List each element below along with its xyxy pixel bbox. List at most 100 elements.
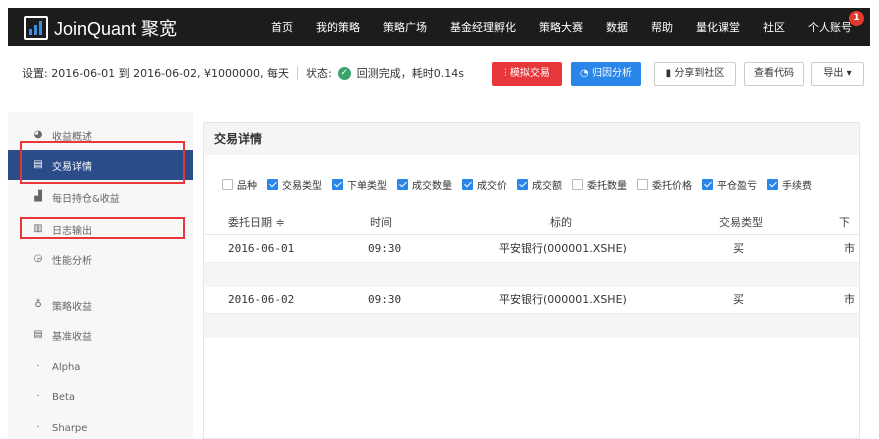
share-community-label: 分享到社区 [674,68,725,79]
nav-account[interactable]: 个人账号 1 [808,11,864,35]
nav-strategy-square[interactable]: 策略广场 [383,19,427,35]
sidebar-item-label: Alpha [52,361,81,373]
divider [297,66,299,80]
row-detail-strip [204,263,859,287]
chart-pie-icon: ◕ [33,129,43,140]
highlight-box-log-output [20,217,185,239]
checkbox-checked[interactable] [702,179,713,190]
column-filter-checkboxes: 品种 交易类型 下单类型 成交数量 成交价 成交额 委托数量 委托价格 平仓盈亏… [222,177,822,192]
brand-logo[interactable]: JoinQuant 聚宽 [24,15,177,41]
checkbox-unchecked[interactable] [637,179,648,190]
cell-truncated: 市 [844,242,855,255]
sidebar-item-label: Beta [52,391,76,403]
column-header-symbol: 标的 [550,216,572,229]
cell-symbol: 平安银行(000001.XSHE) [499,293,627,306]
bullet-icon: · [36,391,40,402]
simulate-trade-button[interactable]: ⫶ 模拟交易 [492,62,562,86]
main-nav: 首页 我的策略 策略广场 基金经理孵化 策略大赛 数据 帮助 量化课堂 社区 个… [248,8,864,46]
sidebar-item-strategy-return[interactable]: ♁ 策略收益 [8,290,193,320]
filter-label: 手续费 [782,181,812,192]
filter-order-qty[interactable]: 委托数量 [572,177,627,192]
filter-label: 下单类型 [347,181,387,192]
sidebar-item-sharpe[interactable]: · Sharpe [8,413,193,439]
backtest-settings-bar: 设置: 2016-06-01 到 2016-06-02, ¥1000000, 每… [8,56,870,90]
top-nav-bar: JoinQuant 聚宽 首页 我的策略 策略广场 基金经理孵化 策略大赛 数据… [8,8,870,46]
success-check-icon: ✓ [337,66,351,80]
cell-time: 09:30 [368,242,402,255]
checkbox-unchecked[interactable] [572,179,583,190]
share-community-button[interactable]: ▮ 分享到社区 [654,62,736,86]
highlight-box-trade-details [20,141,185,184]
bullet-icon: · [36,422,40,433]
sidebar-item-label: 策略收益 [52,301,92,313]
nav-my-strategies[interactable]: 我的策略 [316,19,360,35]
filter-close-pnl[interactable]: 平仓盈亏 [702,177,757,192]
cell-trade-type: 买 [733,242,744,255]
checkbox-checked[interactable] [332,179,343,190]
settings-summary: 设置: 2016-06-01 到 2016-06-02, ¥1000000, 每… [22,67,290,80]
sidebar-item-performance[interactable]: ◶ 性能分析 [8,244,193,274]
export-dropdown[interactable]: 导出 ▾ [811,62,864,86]
filter-commission[interactable]: 手续费 [767,177,812,192]
cell-date: 2016-06-02 [228,293,295,306]
nav-contest[interactable]: 策略大赛 [539,19,583,35]
sidebar-item-alpha[interactable]: · Alpha [8,352,193,382]
sidebar-item-daily-positions[interactable]: ▟ 每日持仓&收益 [8,182,193,212]
view-code-button[interactable]: 查看代码 [744,62,804,86]
filter-label: 委托价格 [652,181,692,192]
filter-order-price[interactable]: 委托价格 [637,177,692,192]
database-icon: ▤ [33,329,43,340]
filter-label: 平仓盈亏 [717,181,757,192]
status-label: 状态: [306,67,332,80]
checkbox-checked[interactable] [397,179,408,190]
cell-truncated: 市 [844,293,855,306]
trade-details-panel: 交易详情 品种 交易类型 下单类型 成交数量 成交价 成交额 委托数量 委托价格… [203,122,860,439]
filter-filled-price[interactable]: 成交价 [462,177,507,192]
bar-chart-icon: ▟ [34,191,42,202]
nav-account-label: 个人账号 [808,21,852,34]
sidebar-item-label: 每日持仓&收益 [52,193,120,205]
checkbox-checked[interactable] [517,179,528,190]
notification-badge: 1 [849,11,864,26]
nav-help[interactable]: 帮助 [651,19,673,35]
cell-time: 09:30 [368,293,402,306]
sidebar-item-label: 基准收益 [52,331,92,343]
checkbox-checked[interactable] [462,179,473,190]
filter-label: 品种 [237,181,257,192]
filter-trade-type[interactable]: 交易类型 [267,177,322,192]
column-header-truncated: 下 [839,216,850,229]
filter-order-type[interactable]: 下单类型 [332,177,387,192]
column-header-order-date[interactable]: 委托日期 ≑ [228,211,285,235]
checkbox-checked[interactable] [767,179,778,190]
nav-home[interactable]: 首页 [271,19,293,35]
column-header-time: 时间 [370,216,392,229]
brand-name: JoinQuant 聚宽 [54,19,178,39]
cell-symbol: 平安银行(000001.XSHE) [499,242,627,255]
nav-data[interactable]: 数据 [606,19,628,35]
bar-chart-logo-icon [24,16,48,40]
sidebar-item-beta[interactable]: · Beta [8,382,193,412]
filter-filled-amount[interactable]: 成交额 [517,177,562,192]
checkbox-checked[interactable] [267,179,278,190]
nav-classroom[interactable]: 量化课堂 [696,19,740,35]
sidebar-item-benchmark-return[interactable]: ▤ 基准收益 [8,320,193,350]
bulb-icon: ♁ [34,299,42,310]
checkbox-unchecked[interactable] [222,179,233,190]
table-row: 2016-06-01 09:30 平安银行(000001.XSHE) 买 市 [204,237,859,263]
cell-trade-type: 买 [733,293,744,306]
attribution-analysis-label: 归因分析 [591,68,632,79]
pie-icon: ◔ [580,68,592,79]
table-header: 委托日期 ≑ 时间 标的 交易类型 下 [204,211,859,235]
sidebar-item-label: 性能分析 [52,255,92,267]
row-detail-strip [204,314,859,338]
cell-date: 2016-06-01 [228,242,295,255]
filter-label: 成交额 [532,181,562,192]
column-header-trade-type: 交易类型 [719,216,763,229]
attribution-analysis-button[interactable]: ◔ 归因分析 [571,62,641,86]
filter-filled-qty[interactable]: 成交数量 [397,177,452,192]
status-text: 回测完成，耗时0.14s [356,67,464,80]
nav-community[interactable]: 社区 [763,19,785,35]
filter-variety[interactable]: 品种 [222,177,257,192]
filter-label: 委托数量 [587,181,627,192]
nav-fund-incubation[interactable]: 基金经理孵化 [450,19,516,35]
